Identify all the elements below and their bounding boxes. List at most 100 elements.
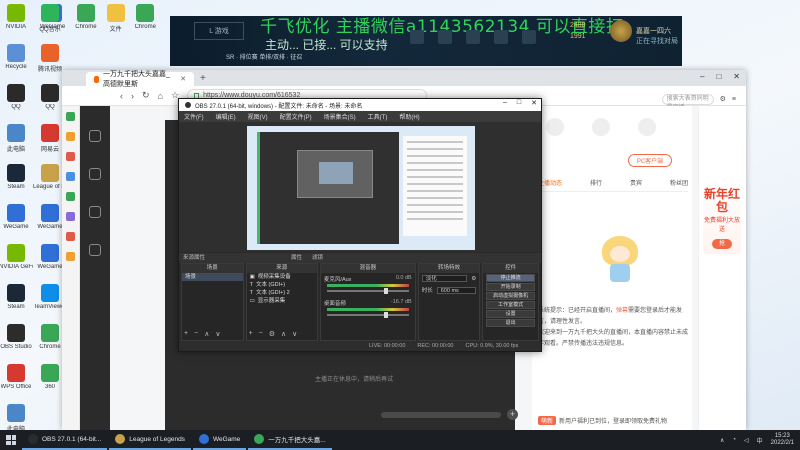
- close-button[interactable]: ✕: [531, 99, 537, 107]
- sidebar-app-icon[interactable]: [66, 152, 75, 161]
- new-year-redpacket-card[interactable]: 新年红包 免费福利大放送 抢: [703, 184, 741, 254]
- desktop-shortcut[interactable]: Chrome: [135, 4, 156, 38]
- menu-help[interactable]: 帮助(H): [399, 112, 419, 121]
- move-down-button[interactable]: ∨: [215, 330, 220, 338]
- desktop-shortcut[interactable]: NVIDIA: [0, 4, 32, 38]
- grab-redpacket-button[interactable]: 抢: [712, 239, 732, 249]
- desktop-shortcut[interactable]: OBS Studio: [0, 324, 32, 358]
- close-button[interactable]: ✕: [733, 72, 740, 81]
- volume-icon[interactable]: ◁: [744, 437, 749, 444]
- settings-button[interactable]: 设置: [486, 310, 536, 318]
- menu-view[interactable]: 视图(V): [248, 112, 268, 121]
- sidebar-app-icon[interactable]: [66, 232, 75, 241]
- forward-icon[interactable]: ›: [131, 91, 134, 101]
- new-tab-button[interactable]: +: [200, 72, 206, 86]
- browser-tab[interactable]: 一万九千把大头嘉嘉_高德默里斯 ✕: [86, 71, 194, 88]
- tab-close-icon[interactable]: ✕: [180, 75, 186, 83]
- sidebar-app-icon[interactable]: [66, 252, 75, 261]
- desktop-shortcut[interactable]: 此电脑: [0, 124, 32, 158]
- properties-button[interactable]: 属性: [291, 253, 302, 263]
- live-timer: LIVE: 00:00:00: [369, 343, 406, 349]
- reload-icon[interactable]: ↻: [142, 90, 150, 101]
- desktop-shortcut[interactable]: QQ: [0, 84, 32, 118]
- sidebar-app-icon[interactable]: [66, 192, 75, 201]
- minimize-button[interactable]: –: [700, 72, 704, 81]
- wegame-icon: [41, 244, 59, 262]
- back-icon[interactable]: ‹: [120, 91, 123, 101]
- studio-mode-button[interactable]: 工作室模式: [486, 301, 536, 309]
- trophy-nav-icon[interactable]: [89, 244, 101, 256]
- start-recording-button[interactable]: 开始录制: [486, 283, 536, 291]
- text-icon: T: [249, 282, 253, 288]
- desktop-shortcut[interactable]: Steam: [0, 164, 32, 198]
- transition-select[interactable]: 淡化: [421, 275, 468, 282]
- taskbar-item[interactable]: WeGame: [192, 430, 247, 450]
- menu-icon[interactable]: ≡: [732, 96, 736, 103]
- sidebar-app-icon[interactable]: [66, 132, 75, 141]
- tab-rank[interactable]: 排行: [590, 178, 602, 187]
- desktop-shortcut[interactable]: Recycle: [0, 44, 32, 78]
- pc-client-button[interactable]: PC客户端: [628, 154, 672, 167]
- tab-vip[interactable]: 贵宾: [630, 178, 642, 187]
- douyu-favicon-icon: [94, 75, 100, 83]
- source-item[interactable]: T 文本 (GDI+) 2: [247, 289, 317, 297]
- minimize-button[interactable]: –: [503, 99, 507, 107]
- home-icon[interactable]: ⌂: [158, 91, 163, 101]
- game-nav-icon[interactable]: [89, 206, 101, 218]
- filters-button[interactable]: 滤镜: [312, 253, 323, 263]
- menu-tools[interactable]: 工具(T): [368, 112, 388, 121]
- desktop-shortcut[interactable]: NVIDIA GeForce: [0, 244, 33, 278]
- add-source-button[interactable]: +: [249, 330, 253, 338]
- obs-preview[interactable]: [179, 122, 541, 252]
- move-up-button[interactable]: ∧: [204, 330, 209, 338]
- network-icon[interactable]: ◔: [732, 437, 736, 443]
- desktop-shortcut[interactable]: Steam: [0, 284, 32, 318]
- desktop-shortcut[interactable]: QQ音乐: [34, 4, 66, 38]
- remove-source-button[interactable]: −: [259, 330, 263, 338]
- danmu-input[interactable]: [381, 412, 501, 418]
- add-icon[interactable]: +: [507, 409, 518, 420]
- move-down-button[interactable]: ∨: [292, 330, 297, 338]
- ime-indicator[interactable]: 中: [757, 436, 763, 445]
- taskbar-item[interactable]: 一万九千把大头嘉...: [248, 430, 332, 450]
- add-scene-button[interactable]: +: [184, 330, 188, 338]
- tab-fans[interactable]: 粉丝团: [670, 178, 688, 187]
- volume-slider[interactable]: [326, 312, 409, 318]
- menu-file[interactable]: 文件(F): [184, 112, 204, 121]
- menu-edit[interactable]: 编辑(E): [216, 112, 236, 121]
- maximize-button[interactable]: □: [716, 72, 721, 81]
- home-nav-icon[interactable]: [89, 130, 101, 142]
- sidebar-app-icon[interactable]: [66, 172, 75, 181]
- desktop-shortcut[interactable]: WeGame: [0, 204, 32, 238]
- source-item[interactable]: ▭ 显示器采集: [247, 297, 317, 305]
- sidebar-app-icon[interactable]: [66, 112, 75, 121]
- tray-arrow-icon[interactable]: ∧: [720, 437, 724, 444]
- category-nav-icon[interactable]: [89, 168, 101, 180]
- desktop-shortcut[interactable]: 文件: [106, 4, 125, 38]
- taskbar-item[interactable]: League of Legends: [109, 430, 191, 450]
- start-button[interactable]: [0, 430, 22, 450]
- source-settings-icon[interactable]: ⚙: [269, 330, 275, 338]
- desktop-shortcut[interactable]: WPS Office: [0, 364, 32, 398]
- maximize-button[interactable]: □: [517, 99, 521, 107]
- scene-item[interactable]: 场景: [182, 273, 243, 281]
- remove-scene-button[interactable]: −: [194, 330, 198, 338]
- menu-scene-collection[interactable]: 场景集合(S): [324, 112, 356, 121]
- source-item[interactable]: ▣ 视频采集设备: [247, 273, 317, 281]
- stop-streaming-button[interactable]: 停止推流: [486, 274, 536, 282]
- sidebar-app-icon[interactable]: [66, 212, 75, 221]
- taskbar-item[interactable]: OBS 27.0.1 (64-bit...: [22, 430, 108, 450]
- move-up-button[interactable]: ∧: [281, 330, 286, 338]
- transition-settings-icon[interactable]: ⚙: [471, 276, 476, 282]
- desktop-shortcut[interactable]: Chrome: [75, 4, 97, 38]
- source-item[interactable]: T 文本 (GDI+): [247, 281, 317, 289]
- virtual-camera-button[interactable]: 启动虚拟摄像机: [486, 292, 536, 300]
- volume-slider[interactable]: [326, 288, 409, 294]
- duration-input[interactable]: 600 ms: [436, 286, 477, 294]
- menu-profile[interactable]: 配置文件(P): [280, 112, 312, 121]
- extensions-icon[interactable]: ⚙: [720, 95, 726, 103]
- exit-button[interactable]: 退出: [486, 319, 536, 327]
- clock[interactable]: 15:23 2022/2/1: [771, 433, 794, 447]
- browser-search-input[interactable]: 搜索大表哥同明星直播: [661, 93, 714, 111]
- browser-sidebar: [62, 106, 80, 430]
